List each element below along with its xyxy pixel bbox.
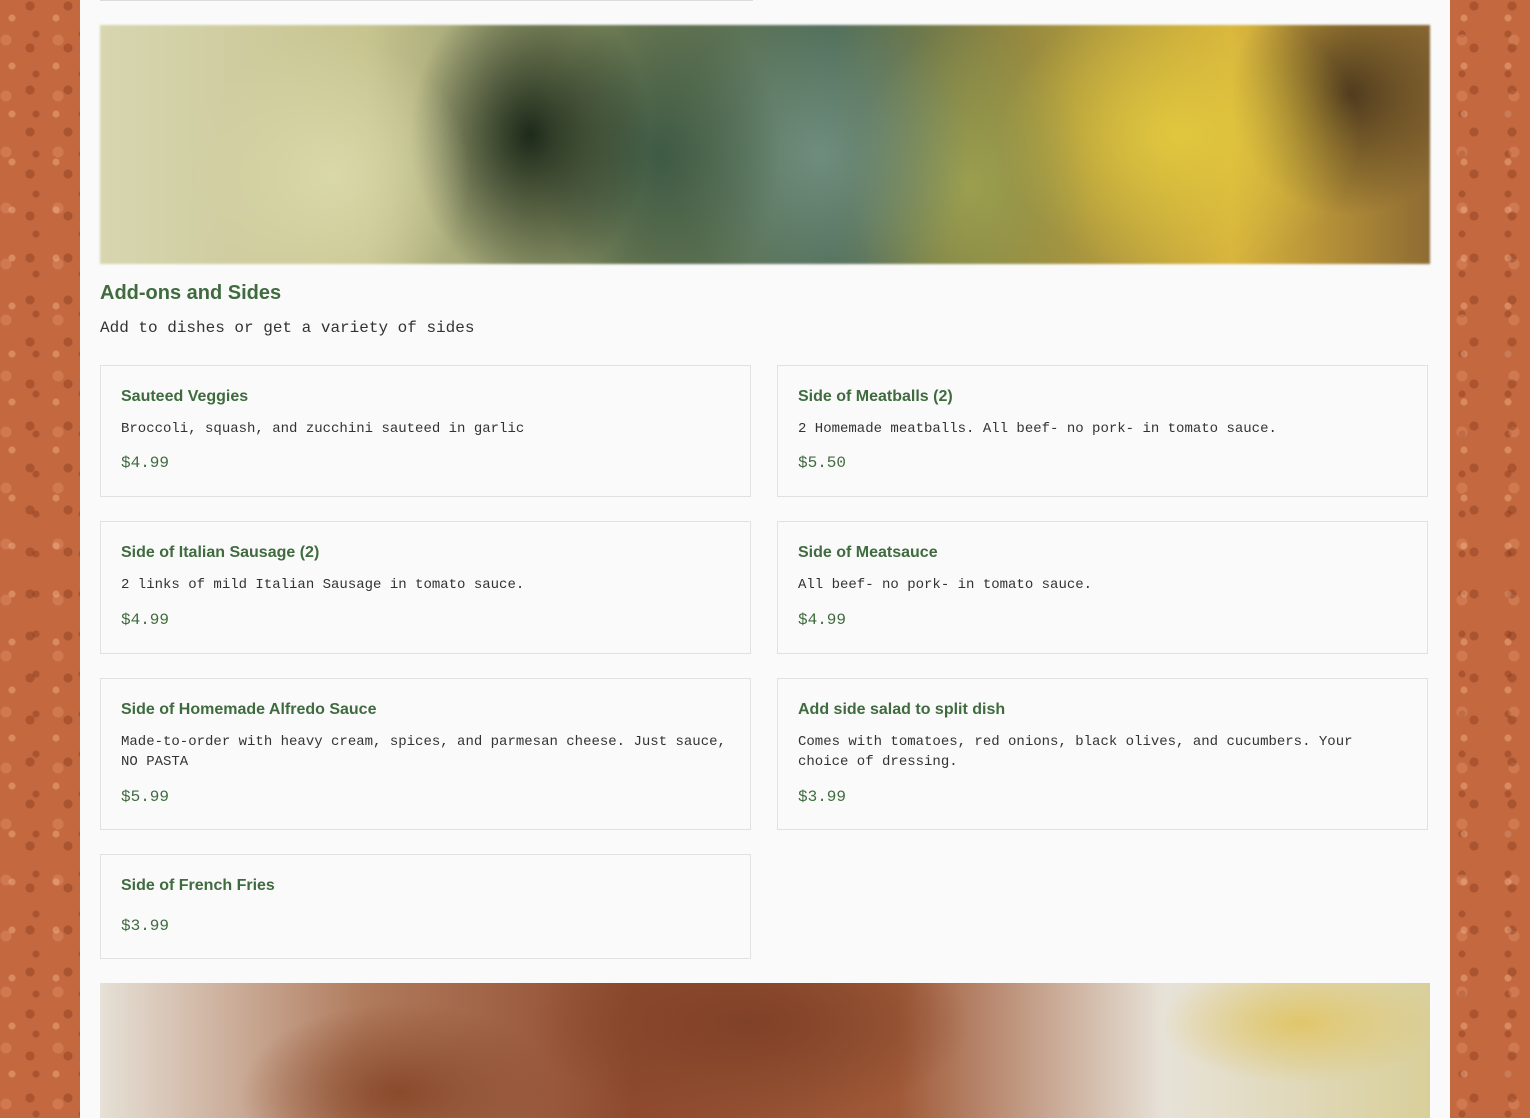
menu-item-price: $4.99 bbox=[121, 611, 170, 629]
menu-item-description: Broccoli, squash, and zucchini sauteed i… bbox=[121, 421, 525, 437]
menu-item-description: Made-to-order with heavy cream, spices, … bbox=[121, 734, 726, 770]
menu-item-description: Comes with tomatoes, red onions, black o… bbox=[798, 734, 1353, 770]
menu-item-name: Side of Meatballs (2) bbox=[798, 388, 953, 405]
menu-item-price: $4.99 bbox=[121, 454, 170, 472]
divider bbox=[100, 0, 753, 1]
menu-item-price: $3.99 bbox=[798, 788, 847, 806]
vegetables-banner-image bbox=[100, 25, 1430, 264]
menu-item-name: Side of Meatsauce bbox=[798, 544, 938, 561]
section-title: Add-ons and Sides bbox=[100, 282, 282, 304]
menu-item-price: $3.99 bbox=[121, 917, 170, 935]
section-subtitle: Add to dishes or get a variety of sides bbox=[100, 319, 475, 337]
menu-item-name: Side of Italian Sausage (2) bbox=[121, 544, 320, 561]
menu-item-price: $5.99 bbox=[121, 788, 170, 806]
menu-item-add-side-salad[interactable]: Add side salad to split dish Comes with … bbox=[777, 678, 1428, 830]
menu-item-description: 2 links of mild Italian Sausage in tomat… bbox=[121, 577, 525, 593]
menu-item-name: Sauteed Veggies bbox=[121, 388, 249, 405]
menu-item-name: Side of French Fries bbox=[121, 877, 275, 894]
menu-item-price: $4.99 bbox=[798, 611, 847, 629]
menu-item-side-of-italian-sausage[interactable]: Side of Italian Sausage (2) 2 links of m… bbox=[100, 521, 751, 654]
menu-item-price: $5.50 bbox=[798, 454, 847, 472]
menu-item-name: Side of Homemade Alfredo Sauce bbox=[121, 701, 377, 718]
menu-item-side-of-french-fries[interactable]: Side of French Fries $3.99 bbox=[100, 854, 751, 959]
menu-item-description: All beef- no pork- in tomato sauce. bbox=[798, 577, 1093, 593]
menu-item-side-of-meatsauce[interactable]: Side of Meatsauce All beef- no pork- in … bbox=[777, 521, 1428, 654]
menu-page: Add-ons and Sides Add to dishes or get a… bbox=[80, 0, 1450, 1118]
menu-item-sauteed-veggies[interactable]: Sauteed Veggies Broccoli, squash, and zu… bbox=[100, 365, 751, 497]
menu-item-name: Add side salad to split dish bbox=[798, 701, 1006, 718]
menu-item-description: 2 Homemade meatballs. All beef- no pork-… bbox=[798, 421, 1277, 437]
pasta-banner-image bbox=[100, 983, 1430, 1118]
menu-item-side-of-meatballs[interactable]: Side of Meatballs (2) 2 Homemade meatbal… bbox=[777, 365, 1428, 497]
menu-item-side-of-homemade-alfredo-sauce[interactable]: Side of Homemade Alfredo Sauce Made-to-o… bbox=[100, 678, 751, 830]
